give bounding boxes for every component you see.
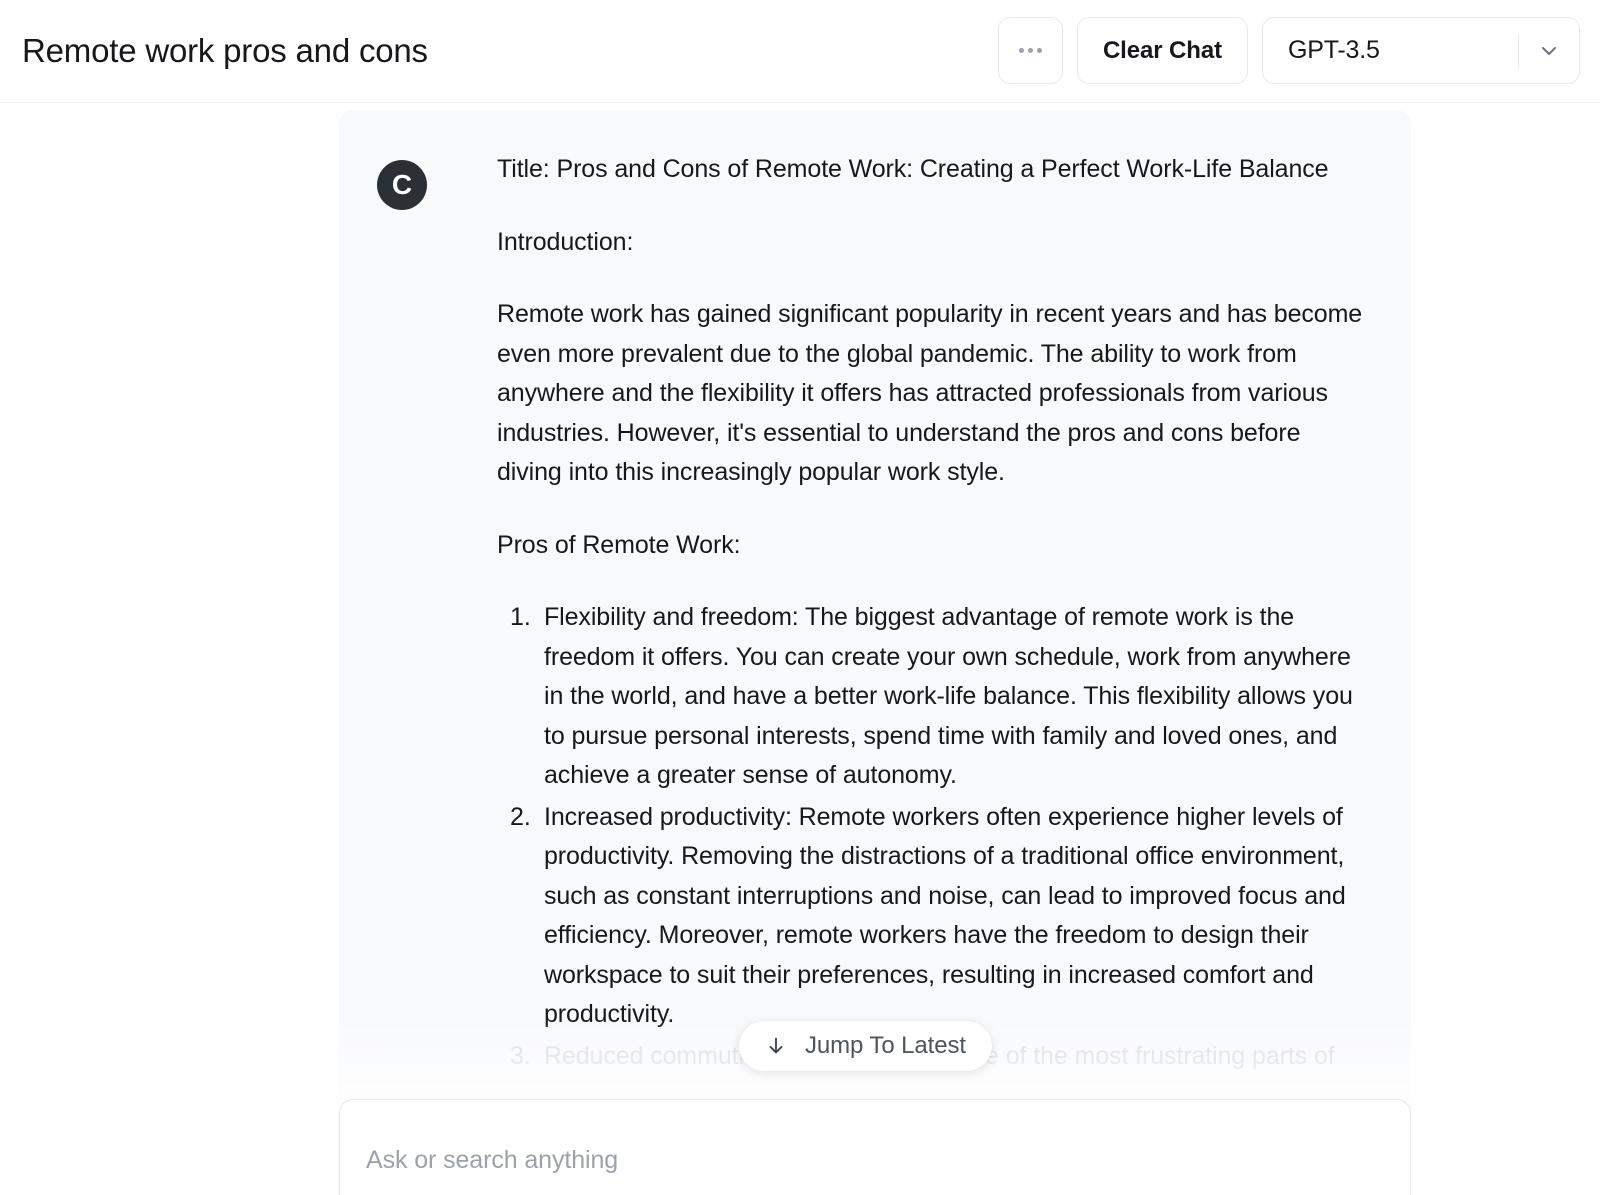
message-intro-heading: Introduction:	[497, 227, 634, 256]
message-composer: Attach Browse Prompts No Brand Voice	[339, 1099, 1411, 1195]
jump-to-latest-button[interactable]: Jump To Latest	[739, 1021, 992, 1071]
list-item: Increased productivity: Remote workers o…	[510, 798, 1346, 1029]
clear-chat-button[interactable]: Clear Chat	[1076, 17, 1248, 84]
more-options-button[interactable]	[997, 17, 1063, 84]
arrow-down-icon	[765, 1035, 787, 1057]
ellipsis-icon	[1018, 48, 1042, 53]
list-item: Flexibility and freedom: The biggest adv…	[510, 598, 1353, 789]
avatar: C	[377, 160, 427, 210]
message-intro-paragraph: Remote work has gained significant popul…	[497, 300, 1363, 486]
model-selector[interactable]: GPT-3.5	[1262, 17, 1580, 84]
page-title: Remote work pros and cons	[22, 32, 428, 69]
app-header: Remote work pros and cons Clear Chat GPT…	[0, 0, 1600, 103]
assistant-message: C Title: Pros and Cons of Remote Work: C…	[339, 110, 1411, 1116]
header-actions: Clear Chat GPT-3.5	[997, 17, 1580, 84]
message-content: Title: Pros and Cons of Remote Work: Cre…	[497, 150, 1367, 1076]
chevron-down-icon[interactable]	[1519, 39, 1579, 63]
search-input[interactable]	[340, 1100, 1410, 1195]
pros-list: Flexibility and freedom: The biggest adv…	[497, 598, 1367, 1035]
message-title-line: Title: Pros and Cons of Remote Work: Cre…	[497, 155, 1329, 183]
model-selector-value: GPT-3.5	[1288, 36, 1380, 64]
chat-scroll-area[interactable]: C Title: Pros and Cons of Remote Work: C…	[0, 104, 1600, 1195]
chat-app-window: Remote work pros and cons Clear Chat GPT…	[0, 0, 1600, 1195]
message-pros-heading: Pros of Remote Work:	[497, 530, 741, 559]
jump-to-latest-label: Jump To Latest	[805, 1032, 966, 1059]
